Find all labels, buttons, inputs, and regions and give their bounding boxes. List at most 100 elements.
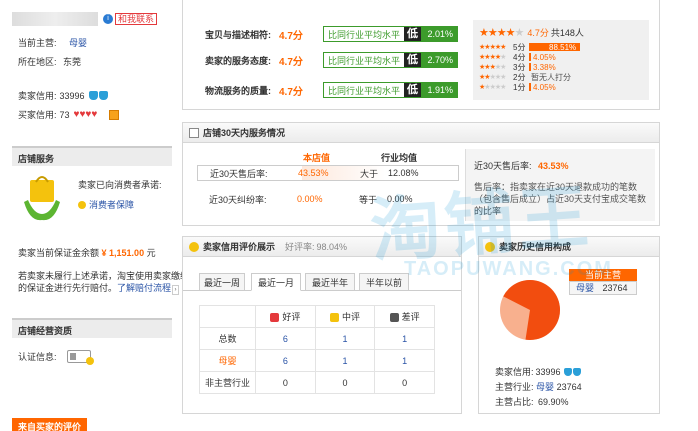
row-label[interactable]: 母婴 [199, 349, 256, 372]
bulb-icon [78, 200, 86, 209]
dist-pct: 88.51% [549, 42, 577, 52]
review-count[interactable]: 6 [255, 327, 316, 350]
buyer-reviews-tab[interactable]: 来自买家的评价 [12, 418, 88, 431]
deposit-unit: 元 [146, 248, 156, 258]
deposit-value: ¥ 1,151.00 [101, 248, 145, 258]
service30-side: 近30天售后率: 43.53% 售后率：指卖家在近30天退款成功的笔数（包含售后… [465, 149, 655, 221]
expand-arrow-icon[interactable]: › [172, 285, 179, 295]
tooltip-value: 23764 [602, 283, 628, 293]
dsr-level: 低 [404, 53, 422, 67]
dsr-summary-box: ★★★★★ 4.7分 共148人 ★★★★★ 5分 88.51% ★★★★★ 4分 4.0… [473, 20, 649, 100]
history-seller-credit-value: 33996 [535, 366, 561, 377]
deposit-label: 卖家当前保证金余额 [18, 248, 100, 258]
s30-row: 近30天售后率: 43.53% 大于 12.08% [197, 165, 459, 181]
s30-industry: 12.08% [388, 168, 419, 178]
cert-label: 认证信息: [18, 352, 57, 362]
dist-row: ★★★★★ 4分 4.05% [479, 52, 576, 62]
history-share-row: 主营占比: 69.90% [495, 395, 569, 408]
guarantee-logo [20, 174, 64, 226]
contact-link[interactable]: 和我联系 [115, 13, 158, 25]
side-note: 售后率：指卖家在近30天退款成功的笔数（包含售后成立）占近30天支付宝成交笔数的… [474, 182, 647, 216]
history-panel: 卖家历史信用构成 当前主营 母婴 23764 卖家信用: 33996 主营行业:… [478, 236, 660, 414]
dsr-compare: 比同行业平均水平 [324, 53, 405, 67]
review-count[interactable]: 1 [374, 327, 435, 350]
dsr-score: 4.7分 [279, 86, 303, 98]
dist-pct: 暂无人打分 [531, 72, 571, 82]
credit-header: 卖家信用评价展示 好评率: 98.04% [183, 237, 461, 257]
contact-badge[interactable]: i 和我联系 [103, 13, 158, 25]
dsr-pct: 1.91% [427, 85, 454, 95]
dist-stars-icon: ★★★★★ [479, 64, 506, 71]
service30-panel: 店铺30天内服务情况 本店值 行业均值 近30天售后率: 43.53% 大于 12.0… [182, 122, 660, 226]
qualification-title: 店铺经营资质 [12, 318, 172, 338]
dsr-level: 低 [404, 83, 422, 97]
shop-qualification-panel: 店铺经营资质 认证信息: [12, 318, 172, 374]
compensation-process-link[interactable]: 了解赔付流程 [117, 283, 171, 293]
shop-service-title: 店铺服务 [12, 146, 172, 166]
dsr-compare: 比同行业平均水平 [324, 27, 405, 41]
review-count[interactable]: 1 [314, 327, 376, 350]
good-review-header: 好评 [282, 312, 301, 322]
manager-value-link[interactable]: 母婴 [69, 38, 87, 48]
dsr-score: 4.7分 [279, 56, 303, 68]
history-header: 卖家历史信用构成 [479, 237, 659, 257]
dsr-label: 宝贝与描述相符: [205, 29, 271, 40]
id-card-icon[interactable] [66, 350, 94, 365]
dsr-pct: 2.01% [427, 29, 454, 39]
review-count[interactable]: 6 [255, 349, 316, 372]
review-count: 0 [255, 371, 316, 394]
credit-tabs: 最近一周 最近一月 最近半年 半年以前 [183, 273, 461, 291]
dsr-compare-box: 比同行业平均水平低 2.70% [323, 52, 459, 68]
dist-row: ★★★★★ 1分 4.05% [479, 82, 576, 92]
dist-stars-icon: ★★★★★ [479, 44, 506, 51]
dist-row: ★★★★★ 5分 88.51% [479, 42, 580, 52]
tab-week[interactable]: 最近一周 [199, 273, 245, 291]
dsr-pct-bar: 2.70% [421, 53, 458, 67]
dsr-compare-box: 比同行业平均水平低 2.01% [323, 26, 459, 42]
history-tooltip: 当前主营 母婴 23764 [569, 269, 637, 297]
s30-store: 0.00% [297, 194, 323, 204]
rate-value: 98.04% [316, 241, 348, 252]
tab-half-year[interactable]: 最近半年 [305, 273, 355, 291]
s30-compare: 大于 [360, 168, 379, 179]
badge-icon [109, 109, 120, 120]
tooltip-body: 母婴 23764 [569, 281, 637, 295]
credit-panel: 卖家信用评价展示 好评率: 98.04% 最近一周 最近一月 最近半年 半年以前… [182, 236, 462, 414]
guarantee-link[interactable]: 消费者保障 [89, 198, 134, 211]
dsr-pct-bar: 2.01% [421, 27, 458, 41]
review-count[interactable]: 1 [374, 349, 435, 372]
cert-row: 认证信息: [18, 350, 94, 365]
buyer-credit-value: 73 [59, 109, 70, 120]
promise-label: 卖家已向消费者承诺: [78, 180, 162, 190]
guarantee-row: 消费者保障 [78, 198, 134, 211]
credit-table: 好评 中评 差评 总数 6 1 1 母婴 6 1 1 非主营行业 0 0 0 [199, 305, 435, 394]
main-credit-value: 23764 [556, 382, 582, 392]
s30-label: 近30天纠纷率: [209, 194, 267, 205]
share-value: 69.90% [538, 397, 569, 407]
main-credit-cat[interactable]: 母婴 [536, 382, 554, 392]
seller-name-blur [12, 12, 98, 26]
row-label: 总数 [199, 327, 256, 350]
crown-icon [563, 367, 572, 376]
dsr-row: 宝贝与描述相符: 4.7分 比同行业平均水平低 2.01% [205, 26, 459, 42]
region-label: 所在地区: [18, 57, 57, 67]
tab-month[interactable]: 最近一月 [251, 273, 301, 291]
summary-score: 4.7分 [527, 28, 549, 38]
calendar-icon [189, 127, 199, 138]
table-row: 非主营行业 0 0 0 [199, 371, 435, 394]
credit-title: 卖家信用评价展示 [203, 242, 276, 252]
dsr-pct-bar: 1.91% [421, 83, 458, 97]
review-count[interactable]: 1 [314, 349, 376, 372]
table-row: 总数 6 1 1 [199, 327, 435, 350]
tab-older[interactable]: 半年以前 [359, 273, 409, 291]
neutral-review-header: 中评 [341, 312, 360, 322]
crown-icon [88, 91, 98, 100]
dsr-row: 物流服务的质量: 4.7分 比同行业平均水平低 1.91% [205, 82, 459, 98]
dist-pct: 4.05% [533, 82, 556, 92]
seller-credit-row: 卖家信用: 33996 [18, 89, 108, 102]
review-count: 0 [374, 371, 435, 394]
row-label: 非主营行业 [199, 371, 256, 394]
region-row: 所在地区: 东莞 [18, 55, 81, 68]
dist-label: 1分 [513, 82, 526, 92]
deposit-row: 卖家当前保证金余额 ¥ 1,151.00 元 [18, 246, 156, 259]
